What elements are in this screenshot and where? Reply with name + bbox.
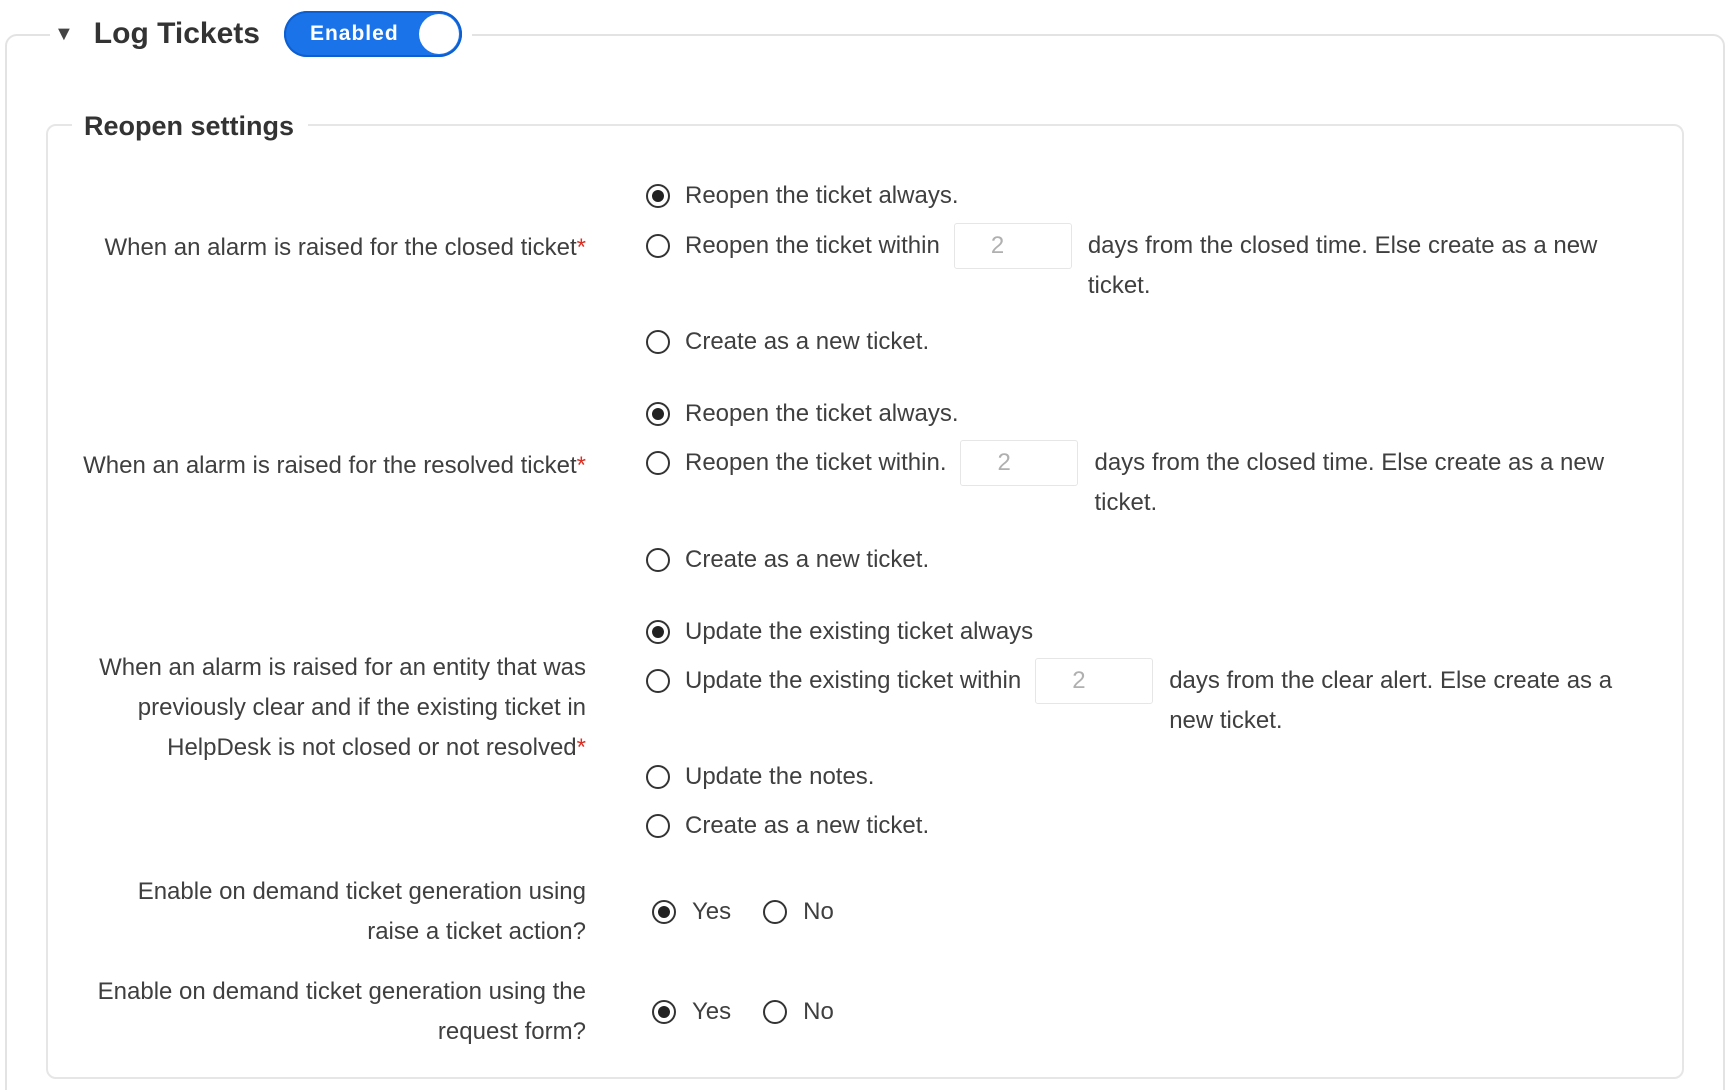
closed-option-reopen-within[interactable]: Reopen the ticket within days from the c… (646, 223, 1628, 306)
log-tickets-header: ▼ Log Tickets Enabled (50, 8, 472, 60)
cleared-days-input[interactable] (1035, 658, 1154, 704)
resolved-option-reopen-always[interactable]: Reopen the ticket always. (646, 394, 958, 434)
resolved-days-input[interactable] (960, 440, 1079, 486)
closed-ticket-label: When an alarm is raised for the closed t… (104, 234, 586, 261)
radio-button[interactable] (646, 451, 670, 475)
request-form-no-radio[interactable] (763, 1000, 788, 1024)
resolved-option-create-new[interactable]: Create as a new ticket. (646, 540, 929, 580)
cleared-option-create-new[interactable]: Create as a new ticket. (646, 806, 929, 846)
enabled-toggle[interactable]: Enabled (283, 11, 462, 57)
raise-action-no-radio[interactable] (763, 900, 788, 924)
cleared-option-update-notes[interactable]: Update the notes. (646, 757, 874, 797)
radio-button[interactable] (646, 184, 670, 208)
radio-button[interactable] (646, 330, 670, 354)
cleared-option-update-always[interactable]: Update the existing ticket always (646, 612, 1033, 652)
section-title: Log Tickets (93, 17, 260, 50)
radio-button[interactable] (646, 620, 670, 644)
radio-button[interactable] (646, 814, 670, 838)
request-form-yes-radio[interactable] (652, 1000, 676, 1024)
required-asterisk: * (576, 452, 586, 479)
raise-action-label: Enable on demand ticket generation using… (137, 878, 586, 945)
no-label: No (803, 998, 834, 1025)
no-label: No (803, 898, 834, 925)
request-form-radio-group: Yes No (652, 992, 834, 1032)
toggle-label: Enabled (309, 22, 399, 45)
closed-days-input[interactable] (953, 223, 1072, 269)
raise-action-yes-radio[interactable] (652, 900, 676, 924)
log-tickets-settings-page: ▼ Log Tickets Enabled Reopen settings Wh… (0, 0, 1730, 1090)
raise-action-radio-group: Yes No (652, 892, 834, 932)
required-asterisk: * (576, 734, 586, 761)
yes-label: Yes (692, 998, 732, 1025)
required-asterisk: * (576, 234, 586, 261)
radio-button[interactable] (646, 234, 670, 258)
closed-option-create-new[interactable]: Create as a new ticket. (646, 322, 1186, 362)
cleared-entity-label: When an alarm is raised for an entity th… (99, 654, 586, 761)
radio-button[interactable] (646, 402, 670, 426)
resolved-option-reopen-within[interactable]: Reopen the ticket within. days from the … (646, 440, 1634, 523)
collapse-caret-icon[interactable]: ▼ (54, 24, 74, 44)
toggle-knob (418, 14, 459, 54)
cleared-option-update-within[interactable]: Update the existing ticket within days f… (646, 658, 1639, 741)
yes-label: Yes (692, 898, 732, 925)
radio-button[interactable] (646, 548, 670, 572)
request-form-label: Enable on demand ticket generation using… (97, 978, 586, 1045)
resolved-ticket-label: When an alarm is raised for the resolved… (83, 452, 586, 479)
radio-button[interactable] (646, 669, 670, 693)
reopen-settings-title: Reopen settings (72, 106, 309, 146)
radio-button[interactable] (646, 765, 670, 789)
closed-option-reopen-always[interactable]: Reopen the ticket always. (646, 176, 958, 216)
